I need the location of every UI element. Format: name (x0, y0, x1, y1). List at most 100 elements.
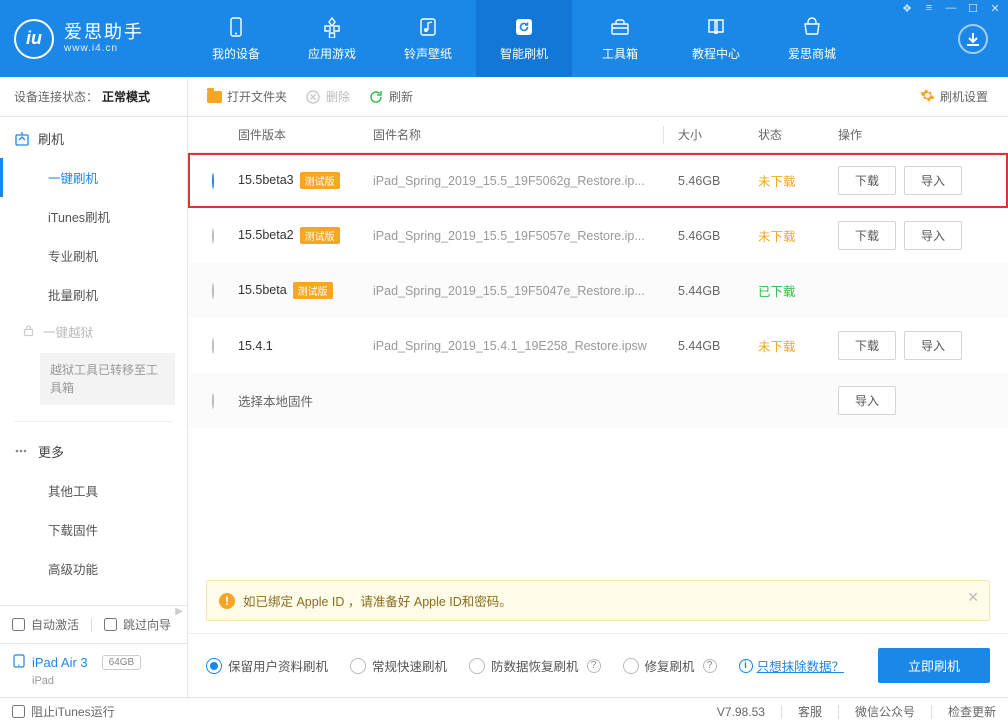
nav-book[interactable]: 教程中心 (668, 0, 764, 77)
refresh-button[interactable]: 刷新 (368, 88, 413, 105)
sidebar-item[interactable]: 批量刷机 (0, 275, 187, 314)
firmware-radio[interactable] (212, 228, 214, 244)
import-button[interactable]: 导入 (838, 386, 896, 415)
nav-shop[interactable]: 爱思商城 (764, 0, 860, 77)
firmware-ops: 下载导入 (838, 331, 1008, 360)
start-flash-button[interactable]: 立即刷机 (878, 648, 990, 683)
sidebar-item[interactable]: 下载固件 (0, 510, 187, 549)
firmware-ops: 下载导入 (838, 166, 1008, 195)
sidebar-group-more: 更多 (0, 430, 187, 471)
help-icon[interactable]: ? (587, 659, 601, 673)
radio-icon (206, 658, 222, 674)
device-type: iPad (32, 675, 175, 687)
firmware-status: 未下载 (758, 171, 838, 190)
firmware-status: 未下载 (758, 226, 838, 245)
window-close[interactable]: ✕ (988, 2, 1002, 15)
firmware-radio[interactable] (212, 173, 214, 189)
app-header: iu 爱思助手 www.i4.cn 我的设备应用游戏铃声壁纸智能刷机工具箱教程中… (0, 0, 1008, 77)
import-button[interactable]: 导入 (904, 221, 962, 250)
download-icon (966, 32, 980, 46)
app-title-en: www.i4.cn (64, 43, 144, 54)
lock-icon (22, 324, 35, 340)
toolbar-actions: 打开文件夹 删除 刷新 刷机设置 (188, 88, 1008, 106)
col-size: 大小 (678, 126, 758, 143)
flash-opt-keep-data[interactable]: 保留用户资料刷机 (206, 656, 328, 675)
nav-music[interactable]: 铃声壁纸 (380, 0, 476, 77)
sidebar-item[interactable]: 其他工具 (0, 471, 187, 510)
download-button[interactable]: 下载 (838, 221, 896, 250)
help-icon[interactable]: ? (703, 659, 717, 673)
sidebar-jailbreak-note: 越狱工具已转移至工具箱 (40, 353, 175, 405)
firmware-row[interactable]: 15.5beta2测试版iPad_Spring_2019_15.5_19F505… (188, 208, 1008, 263)
book-icon (704, 15, 728, 39)
firmware-list: 15.5beta3测试版iPad_Spring_2019_15.5_19F506… (188, 153, 1008, 428)
toolbar: 设备连接状态： 正常模式 打开文件夹 删除 刷新 刷机设置 (0, 77, 1008, 117)
download-button[interactable]: 下载 (838, 331, 896, 360)
nav-phone[interactable]: 我的设备 (188, 0, 284, 77)
sidebar-item[interactable]: 高级功能 (0, 549, 187, 588)
flash-opt-anti-recovery[interactable]: 防数据恢复刷机 ? (469, 656, 601, 675)
banner-close[interactable]: ✕ (967, 589, 979, 606)
device-info[interactable]: iPad Air 3 64GB iPad (0, 643, 187, 697)
flash-options-row: 保留用户资料刷机 常规快速刷机 防数据恢复刷机 ? 修复刷机 ? i 只想抹除数… (188, 633, 1008, 697)
nav-toolbox[interactable]: 工具箱 (572, 0, 668, 77)
skip-guide-checkbox[interactable] (104, 618, 117, 631)
download-manager-button[interactable] (958, 24, 988, 54)
firmware-row[interactable]: 15.5beta3测试版iPad_Spring_2019_15.5_19F506… (188, 153, 1008, 208)
radio-icon (469, 658, 485, 674)
main-nav: 我的设备应用游戏铃声壁纸智能刷机工具箱教程中心 爱思商城 (188, 0, 1008, 77)
flash-opt-normal[interactable]: 常规快速刷机 (350, 656, 447, 675)
import-button[interactable]: 导入 (904, 331, 962, 360)
firmware-version: 15.5beta3测试版 (238, 172, 373, 189)
auto-activate-checkbox[interactable] (12, 618, 25, 631)
flash-opt1-label: 保留用户资料刷机 (228, 656, 328, 675)
window-minimize[interactable]: — (944, 2, 958, 15)
app-title-cn: 爱思助手 (64, 23, 144, 43)
col-name: 固件名称 (373, 126, 663, 143)
sidebar-item[interactable]: 专业刷机 (0, 236, 187, 275)
flash-opt3-label: 防数据恢复刷机 (491, 656, 579, 675)
block-itunes-checkbox[interactable] (12, 705, 25, 718)
column-header: 固件版本 固件名称 大小 状态 操作 (188, 117, 1008, 153)
app-logo-icon: iu (14, 19, 54, 59)
sidebar-jailbreak: 一键越狱 (0, 314, 187, 349)
nav-label: 教程中心 (692, 45, 740, 62)
erase-data-link[interactable]: 只想抹除数据？ (757, 656, 845, 675)
customer-service-link[interactable]: 客服 (798, 703, 822, 720)
firmware-radio[interactable] (212, 393, 214, 409)
firmware-row[interactable]: 15.5beta测试版iPad_Spring_2019_15.5_19F5047… (188, 263, 1008, 318)
firmware-radio[interactable] (212, 283, 214, 299)
flash-settings-button[interactable]: 刷机设置 (920, 88, 988, 106)
status-bar: 阻止iTunes运行 V7.98.53 客服 微信公众号 检查更新 (0, 697, 1008, 725)
check-update-link[interactable]: 检查更新 (948, 703, 996, 720)
device-name: iPad Air 3 (32, 655, 88, 670)
music-icon (416, 15, 440, 39)
delete-label: 删除 (326, 88, 350, 105)
nav-refresh[interactable]: 智能刷机 (476, 0, 572, 77)
firmware-row[interactable]: 选择本地固件导入 (188, 373, 1008, 428)
sidebar-divider (14, 421, 173, 422)
wechat-link[interactable]: 微信公众号 (855, 703, 915, 720)
col-version: 固件版本 (238, 126, 373, 143)
firmware-ops: 导入 (838, 386, 1008, 415)
theme-icon[interactable]: ❖ (900, 2, 914, 15)
sidebar-item[interactable]: iTunes刷机 (0, 197, 187, 236)
body: 刷机 一键刷机iTunes刷机专业刷机批量刷机 一键越狱 越狱工具已转移至工具箱… (0, 117, 1008, 697)
firmware-radio[interactable] (212, 338, 214, 354)
nav-apps[interactable]: 应用游戏 (284, 0, 380, 77)
download-button[interactable]: 下载 (838, 166, 896, 195)
open-folder-button[interactable]: 打开文件夹 (206, 88, 287, 105)
delete-button: 删除 (305, 88, 350, 105)
import-button[interactable]: 导入 (904, 166, 962, 195)
sidebar-item[interactable]: 一键刷机 (0, 158, 187, 197)
sidebar-bottom-options: 自动激活 跳过向导 (0, 606, 187, 643)
gear-icon (920, 88, 935, 106)
conn-value: 正常模式 (102, 88, 150, 105)
firmware-size: 5.44GB (678, 339, 758, 353)
window-maximize[interactable]: ☐ (966, 2, 980, 15)
flash-icon (14, 131, 30, 147)
menu-icon[interactable]: ≡ (922, 2, 936, 15)
firmware-row[interactable]: 15.4.1iPad_Spring_2019_15.4.1_19E258_Res… (188, 318, 1008, 373)
flash-opt-repair[interactable]: 修复刷机 ? (623, 656, 717, 675)
device-scroll-indicator[interactable]: ▶ (175, 606, 183, 617)
